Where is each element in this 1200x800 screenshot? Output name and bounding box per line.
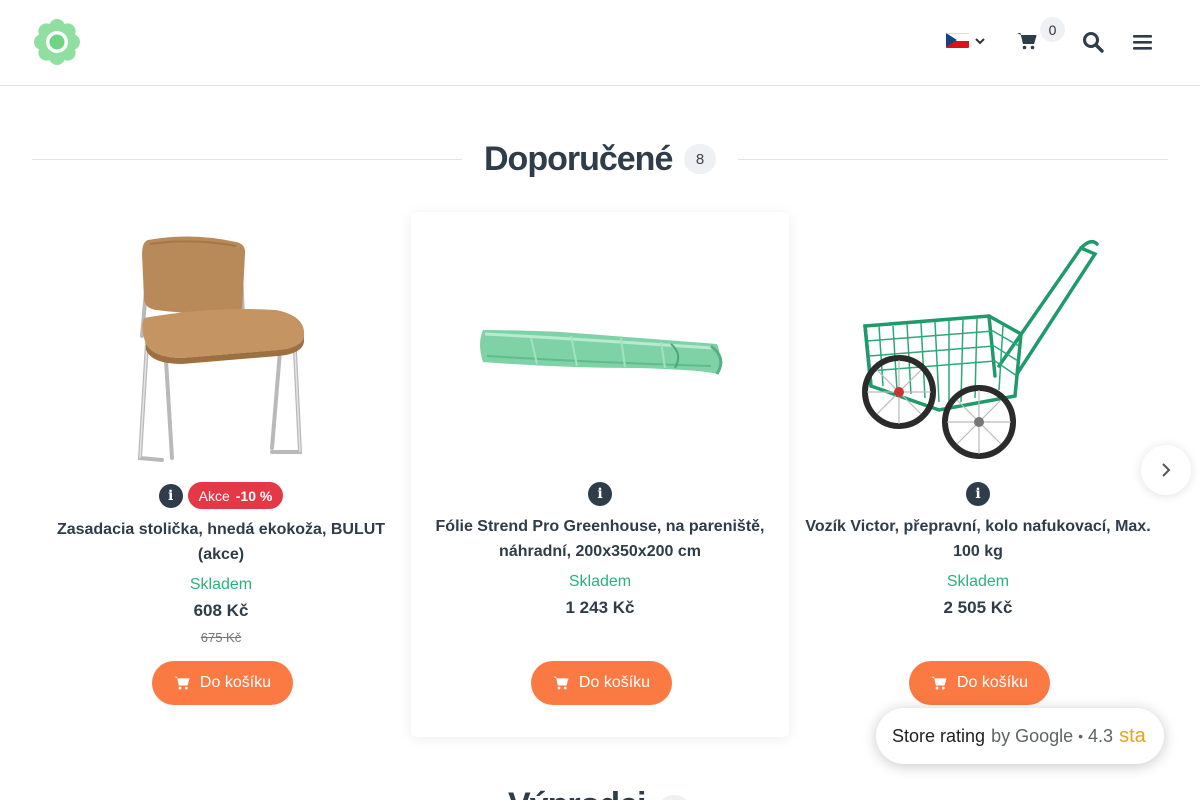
section-title: Doporučené (484, 140, 673, 178)
product-name[interactable]: Zasadacia stolička, hnedá ekokoža, BULUT… (48, 517, 394, 567)
divider-left (32, 159, 462, 160)
site-header: 0 (0, 0, 1200, 86)
product-price: 1 243 Kč (565, 598, 635, 617)
cart-button[interactable] (1017, 32, 1037, 55)
product-image-greenhouse-foil[interactable] (411, 226, 789, 466)
hamburger-menu-icon (1133, 35, 1152, 50)
sale-badge: Akce -10 % (187, 482, 284, 509)
menu-button[interactable] (1133, 33, 1152, 56)
rating-score: 4.3 (1088, 725, 1114, 746)
czech-flag-icon (946, 33, 969, 48)
section-count-badge: 8 (684, 144, 716, 174)
store-rating-widget[interactable]: Store rating by Google • 4.3 sta (876, 708, 1164, 764)
rating-label: Store rating (892, 725, 986, 746)
product-price: 2 505 Kč (943, 598, 1013, 617)
add-to-cart-button[interactable]: Do košíku (909, 661, 1050, 705)
product-name[interactable]: Fólie Strend Pro Greenhouse, na pareništ… (427, 514, 773, 564)
sale-label: Akce (198, 487, 230, 504)
next-section-title: Výprodej (508, 786, 646, 800)
logo-icon[interactable] (34, 19, 80, 65)
info-icon[interactable]: i (588, 482, 612, 506)
search-icon (1083, 32, 1104, 53)
chevron-down-icon (975, 37, 985, 44)
add-to-cart-label: Do košíku (199, 674, 272, 691)
product-card: i Vozík Victor, přepravní, kolo nafukova… (789, 212, 1167, 737)
info-icon[interactable]: i (966, 482, 990, 506)
sale-discount: -10 % (235, 487, 273, 504)
add-to-cart-button[interactable]: Do košíku (531, 661, 672, 705)
cart-icon (553, 676, 569, 690)
cart-icon (1017, 33, 1037, 50)
separator-dot: • (1078, 728, 1084, 744)
add-to-cart-label: Do košíku (956, 674, 1029, 691)
add-to-cart-button[interactable]: Do košíku (152, 661, 293, 705)
rating-provider: by Google (991, 725, 1074, 746)
cart-icon (174, 676, 190, 690)
product-card: i Fólie Strend Pro Greenhouse, na pareni… (411, 212, 789, 737)
stock-status: Skladem (946, 573, 1010, 590)
stock-status: Skladem (568, 573, 632, 590)
product-card: i Akce -10 % Zasadacia stolička, hnedá e… (32, 212, 410, 737)
next-section-count-badge (658, 795, 690, 800)
old-price: 675 Kč (200, 630, 242, 645)
language-selector[interactable] (946, 33, 985, 48)
chevron-right-icon (1162, 463, 1171, 477)
divider-right (738, 159, 1168, 160)
stock-status: Skladem (189, 576, 253, 593)
search-button[interactable] (1082, 31, 1104, 58)
cart-count-badge: 0 (1040, 17, 1065, 42)
info-icon[interactable]: i (158, 483, 183, 508)
add-to-cart-label: Do košíku (578, 674, 651, 691)
product-image-chair[interactable] (32, 226, 410, 466)
product-image-cart[interactable] (789, 226, 1167, 466)
product-price: 608 Kč (193, 601, 249, 620)
cart-icon (931, 676, 947, 690)
carousel-next-button[interactable] (1141, 445, 1191, 495)
product-name[interactable]: Vozík Victor, přepravní, kolo nafukovací… (805, 514, 1151, 564)
rating-stars: sta (1119, 724, 1146, 747)
